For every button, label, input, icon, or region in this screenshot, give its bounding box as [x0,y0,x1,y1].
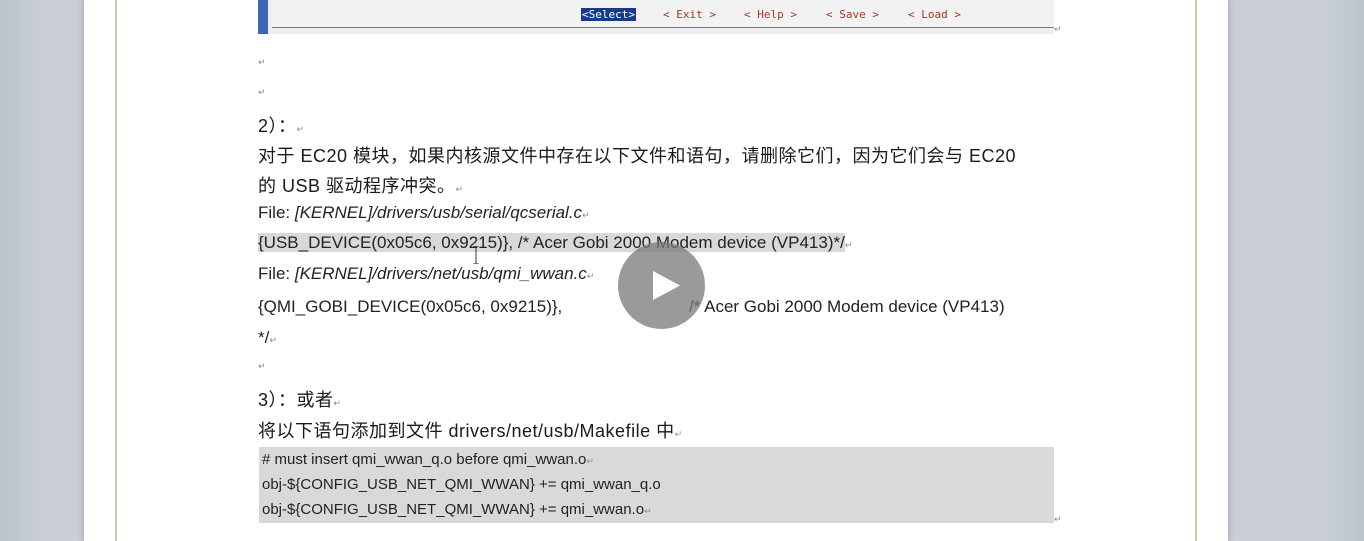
makefile-line-3: obj-${CONFIG_USB_NET_QMI_WWAN} += qmi_ww… [262,501,652,518]
makefile-code-block: # must insert qmi_wwan_q.o before qmi_ww… [259,447,1054,523]
file2-label: File: [258,264,295,283]
paragraph-mark: ↵ [258,58,266,68]
paragraph-mark: ↵ [258,88,266,98]
file1-line: File: [KERNEL]/drivers/usb/serial/qcseri… [258,203,590,222]
paragraph-mark: ↵ [1054,515,1062,525]
file2-line: File: [KERNEL]/drivers/net/usb/qmi_wwan.… [258,264,595,283]
load-button: < Load > [908,8,961,21]
step-3-heading: 3）：或者↵ [258,390,342,410]
step-2-heading: 2）：↵ [258,116,305,136]
menuconfig-button-bar: <Select> < Exit > < Help > < Save > < Lo… [272,0,1054,28]
help-button: < Help > [744,8,797,21]
play-icon [653,271,680,300]
file1-path: [KERNEL]/drivers/usb/serial/qcserial.c [294,203,583,222]
file1-code[interactable]: {USB_DEVICE(0x05c6, 0x9215)}, /* Acer Go… [258,233,845,252]
file2-code-part-a: {QMI_GOBI_DEVICE(0x05c6, 0x9215)}, [258,297,563,316]
file2-path: [KERNEL]/drivers/net/usb/qmi_wwan.c [294,264,587,283]
menuconfig-screenshot: <Select> < Exit > < Help > < Save > < Lo… [258,0,1054,34]
file2-code-part-c: */↵ [258,328,277,347]
paragraph-mark: ↵ [258,362,266,372]
step-2-description-line2: 的 USB 驱动程序冲突。↵ [258,176,464,196]
select-button: <Select> [581,8,636,21]
file1-code-line: {USB_DEVICE(0x05c6, 0x9215)}, /* Acer Go… [258,233,853,252]
step-2-description-line1: 对于 EC20 模块，如果内核源文件中存在以下文件和语句，请删除它们，因为它们会… [258,146,1017,166]
file2-code-part-b: /* Acer Gobi 2000 Modem device (VP413) [689,297,1005,316]
step-3-description: 将以下语句添加到文件 drivers/net/usb/Makefile 中↵ [258,421,683,441]
paragraph-mark: ↵ [1054,25,1062,35]
file1-label: File: [258,203,295,222]
text-cursor-icon [473,246,479,264]
video-play-button[interactable] [618,242,705,329]
exit-button: < Exit > [663,8,716,21]
makefile-line-1: # must insert qmi_wwan_q.o before qmi_ww… [262,451,594,468]
save-button: < Save > [826,8,879,21]
makefile-line-2: obj-${CONFIG_USB_NET_QMI_WWAN} += qmi_ww… [262,476,661,493]
